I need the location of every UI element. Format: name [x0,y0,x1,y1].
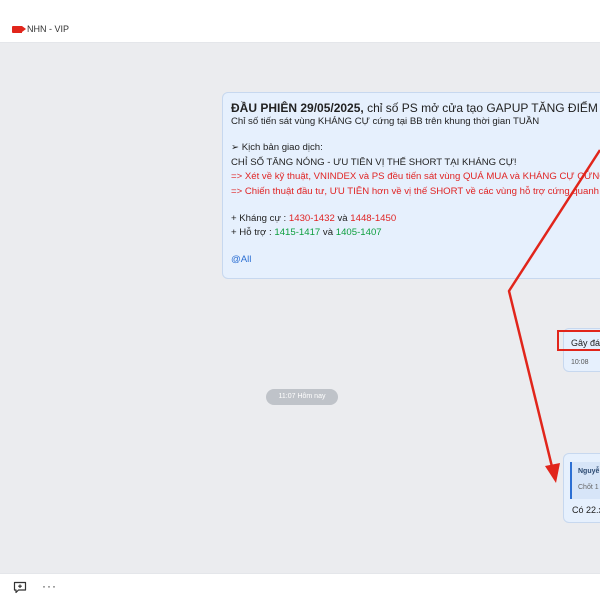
chat-bubble-icon[interactable] [13,581,27,594]
message-line-2: Chỉ số tiến sát vùng KHÁNG CỰ cứng tại B… [231,115,540,127]
chat-header: NHN - VIP [0,0,600,43]
reply-text: Có 22.x [572,505,600,515]
tag-icon [12,26,26,33]
resistance-level-1: 1430-1432 [288,212,335,224]
more-dots-icon[interactable]: ··· [42,580,57,592]
scenario-heading: ➢ Kịch bản giao dịch: [231,142,323,154]
message-title-date: ĐẦU PHIÊN 29/05/2025, [231,101,364,115]
quote-author: Nguyễ [578,468,600,475]
support-line: + Hỗ trợ : 1415-1417 và 1405-1407 [231,226,600,241]
reply-message[interactable]: Nguyễ Chốt 1 Có 22.x [563,453,600,523]
resistance-line: + Kháng cự : 1430-1432 và 1448-1450 [231,212,600,227]
date-separator: 11:07 Hôm nay [266,389,338,405]
highlight-box [557,330,600,351]
message-title-rest: chỉ số PS mở cửa tạo GAPUP TĂNG ĐIỂM khá… [367,101,600,115]
quote-snippet: Chốt 1 [578,484,599,491]
scenario-point-1: => Xét về kỹ thuật, VNINDEX và PS đều ti… [231,171,600,183]
support-label: + Hỗ trợ : [231,227,272,239]
message-title-line: ĐẦU PHIÊN 29/05/2025, chỉ số PS mở cửa t… [231,100,600,115]
channel-name[interactable]: NHN - VIP [27,24,69,34]
input-toolbar: ··· [0,573,600,600]
announcement-message[interactable]: ĐẦU PHIÊN 29/05/2025, chỉ số PS mở cửa t… [222,92,600,279]
support-level-1: 1415-1417 [274,227,321,239]
scenario-point-2: => Chiến thuật đầu tư, ƯU TIÊN hơn về vị… [231,185,600,197]
resistance-label: + Kháng cự : [231,212,287,224]
message-list[interactable]: ĐẦU PHIÊN 29/05/2025, chỉ số PS mở cửa t… [0,43,600,573]
mention-all[interactable]: @All [231,253,600,268]
resistance-and: và [337,212,348,224]
support-and: và [322,227,334,239]
quoted-message[interactable]: Nguyễ Chốt 1 [570,462,600,499]
resistance-level-2: 1448-1450 [350,212,397,224]
scenario-main: CHỈ SỐ TĂNG NÓNG - ƯU TIÊN VỊ THẾ SHORT … [231,156,517,168]
support-level-2: 1405-1407 [335,227,382,239]
message-time: 10:08 [571,359,589,366]
